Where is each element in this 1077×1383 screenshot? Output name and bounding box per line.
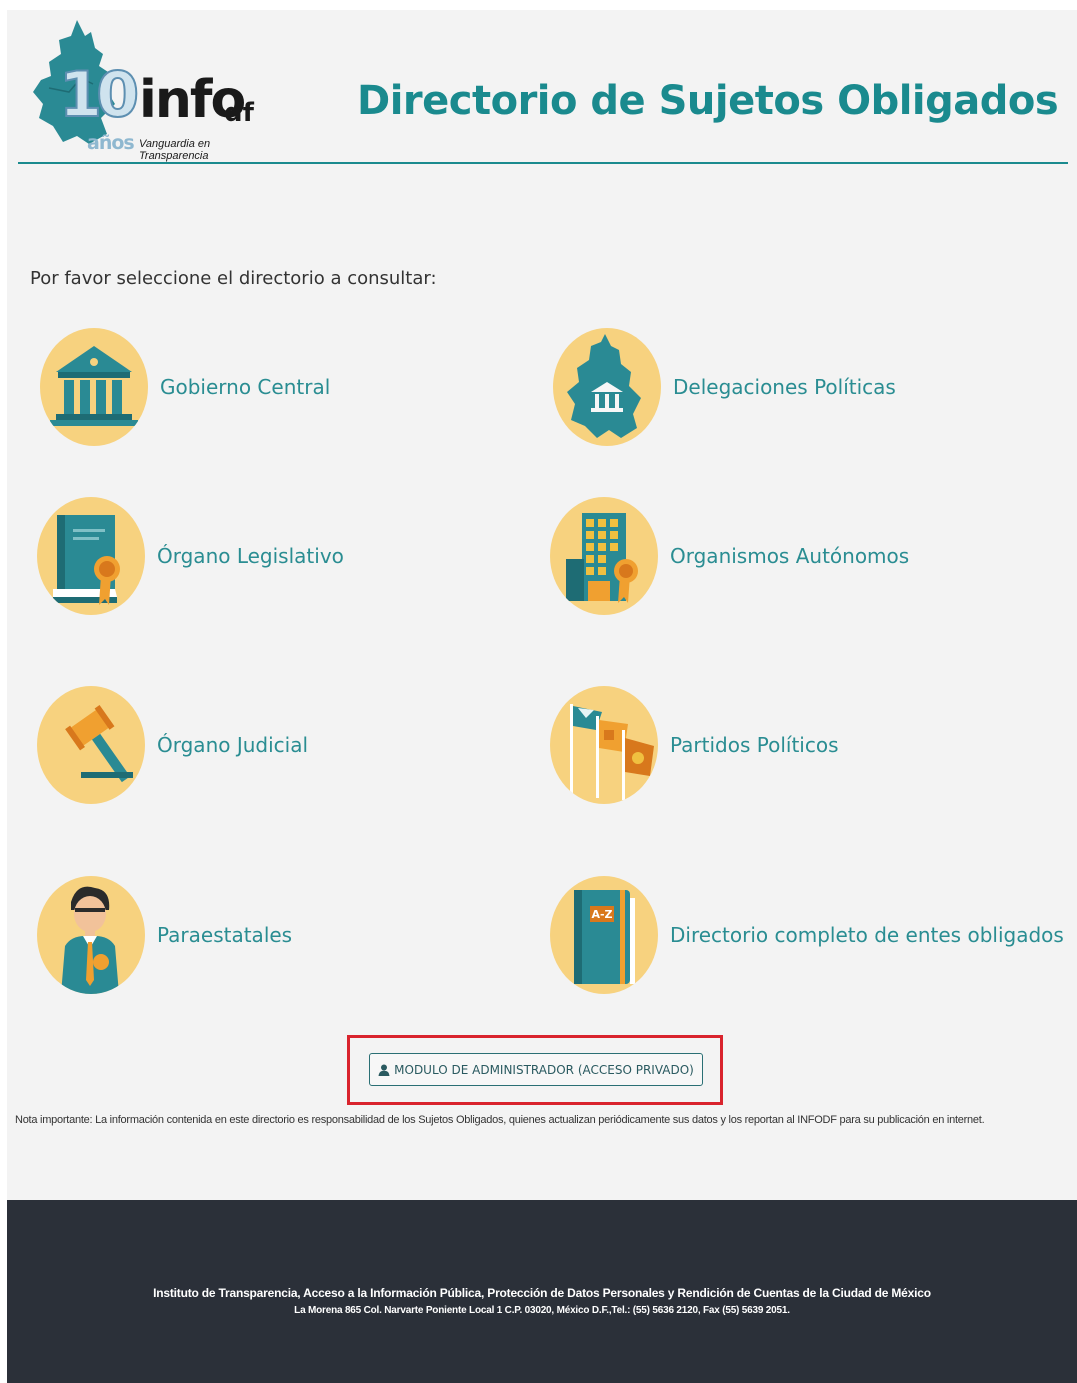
page: 10 info df años Vanguardia en Transparen… — [7, 10, 1077, 1383]
government-building-icon — [40, 328, 148, 446]
flags-icon — [550, 686, 658, 804]
directory-label: Órgano Legislativo — [157, 544, 344, 568]
directory-link-paraestatales[interactable]: Paraestatales — [37, 876, 292, 994]
infodf-logo[interactable]: 10 info df años Vanguardia en Transparen… — [29, 18, 269, 162]
footer: Instituto de Transparencia, Acceso a la … — [7, 1200, 1077, 1383]
law-book-icon — [37, 497, 145, 615]
directory-label: Organismos Autónomos — [670, 544, 910, 568]
directory-link-delegaciones-politicas[interactable]: Delegaciones Políticas — [553, 328, 896, 446]
directory-prompt: Por favor seleccione el directorio a con… — [30, 268, 437, 289]
page-title: Directorio de Sujetos Obligados — [357, 78, 1059, 124]
admin-module-label: MODULO DE ADMINISTRADOR (ACCESO PRIVADO) — [394, 1062, 694, 1077]
admin-module-button[interactable]: MODULO DE ADMINISTRADOR (ACCESO PRIVADO) — [369, 1053, 703, 1086]
logo-suffix: df — [224, 98, 254, 128]
official-person-icon — [37, 876, 145, 994]
footer-address: La Morena 865 Col. Narvarte Poniente Loc… — [294, 1305, 790, 1316]
directory-link-directorio-completo[interactable]: A-Z Directorio completo de entes obligad… — [550, 876, 1064, 994]
user-icon — [378, 1064, 390, 1076]
directory-label: Gobierno Central — [160, 375, 331, 399]
directory-link-partidos-politicos[interactable]: Partidos Políticos — [550, 686, 839, 804]
gavel-icon — [37, 686, 145, 804]
svg-text:A-Z: A-Z — [591, 908, 612, 921]
directory-link-organo-legislativo[interactable]: Órgano Legislativo — [37, 497, 344, 615]
logo-years: años — [87, 132, 135, 154]
address-book-icon: A-Z — [550, 876, 658, 994]
directory-label: Delegaciones Políticas — [673, 375, 896, 399]
office-building-icon — [550, 497, 658, 615]
directory-link-organo-judicial[interactable]: Órgano Judicial — [37, 686, 308, 804]
header: 10 info df años Vanguardia en Transparen… — [7, 10, 1077, 165]
logo-number: 10 — [58, 57, 140, 132]
footer-institute: Instituto de Transparencia, Acceso a la … — [153, 1286, 931, 1300]
header-divider — [18, 162, 1068, 164]
directory-link-organismos-autonomos[interactable]: Organismos Autónomos — [550, 497, 909, 615]
logo-tagline: Vanguardia en Transparencia — [139, 138, 211, 162]
directory-label: Paraestatales — [157, 923, 293, 947]
directory-label: Directorio completo de entes obligados — [670, 923, 1064, 947]
city-map-icon — [553, 328, 661, 446]
directory-label: Órgano Judicial — [157, 733, 309, 757]
directory-link-gobierno-central[interactable]: Gobierno Central — [40, 328, 330, 446]
important-note: Nota importante: La información contenid… — [15, 1114, 985, 1126]
directory-label: Partidos Políticos — [670, 733, 839, 757]
